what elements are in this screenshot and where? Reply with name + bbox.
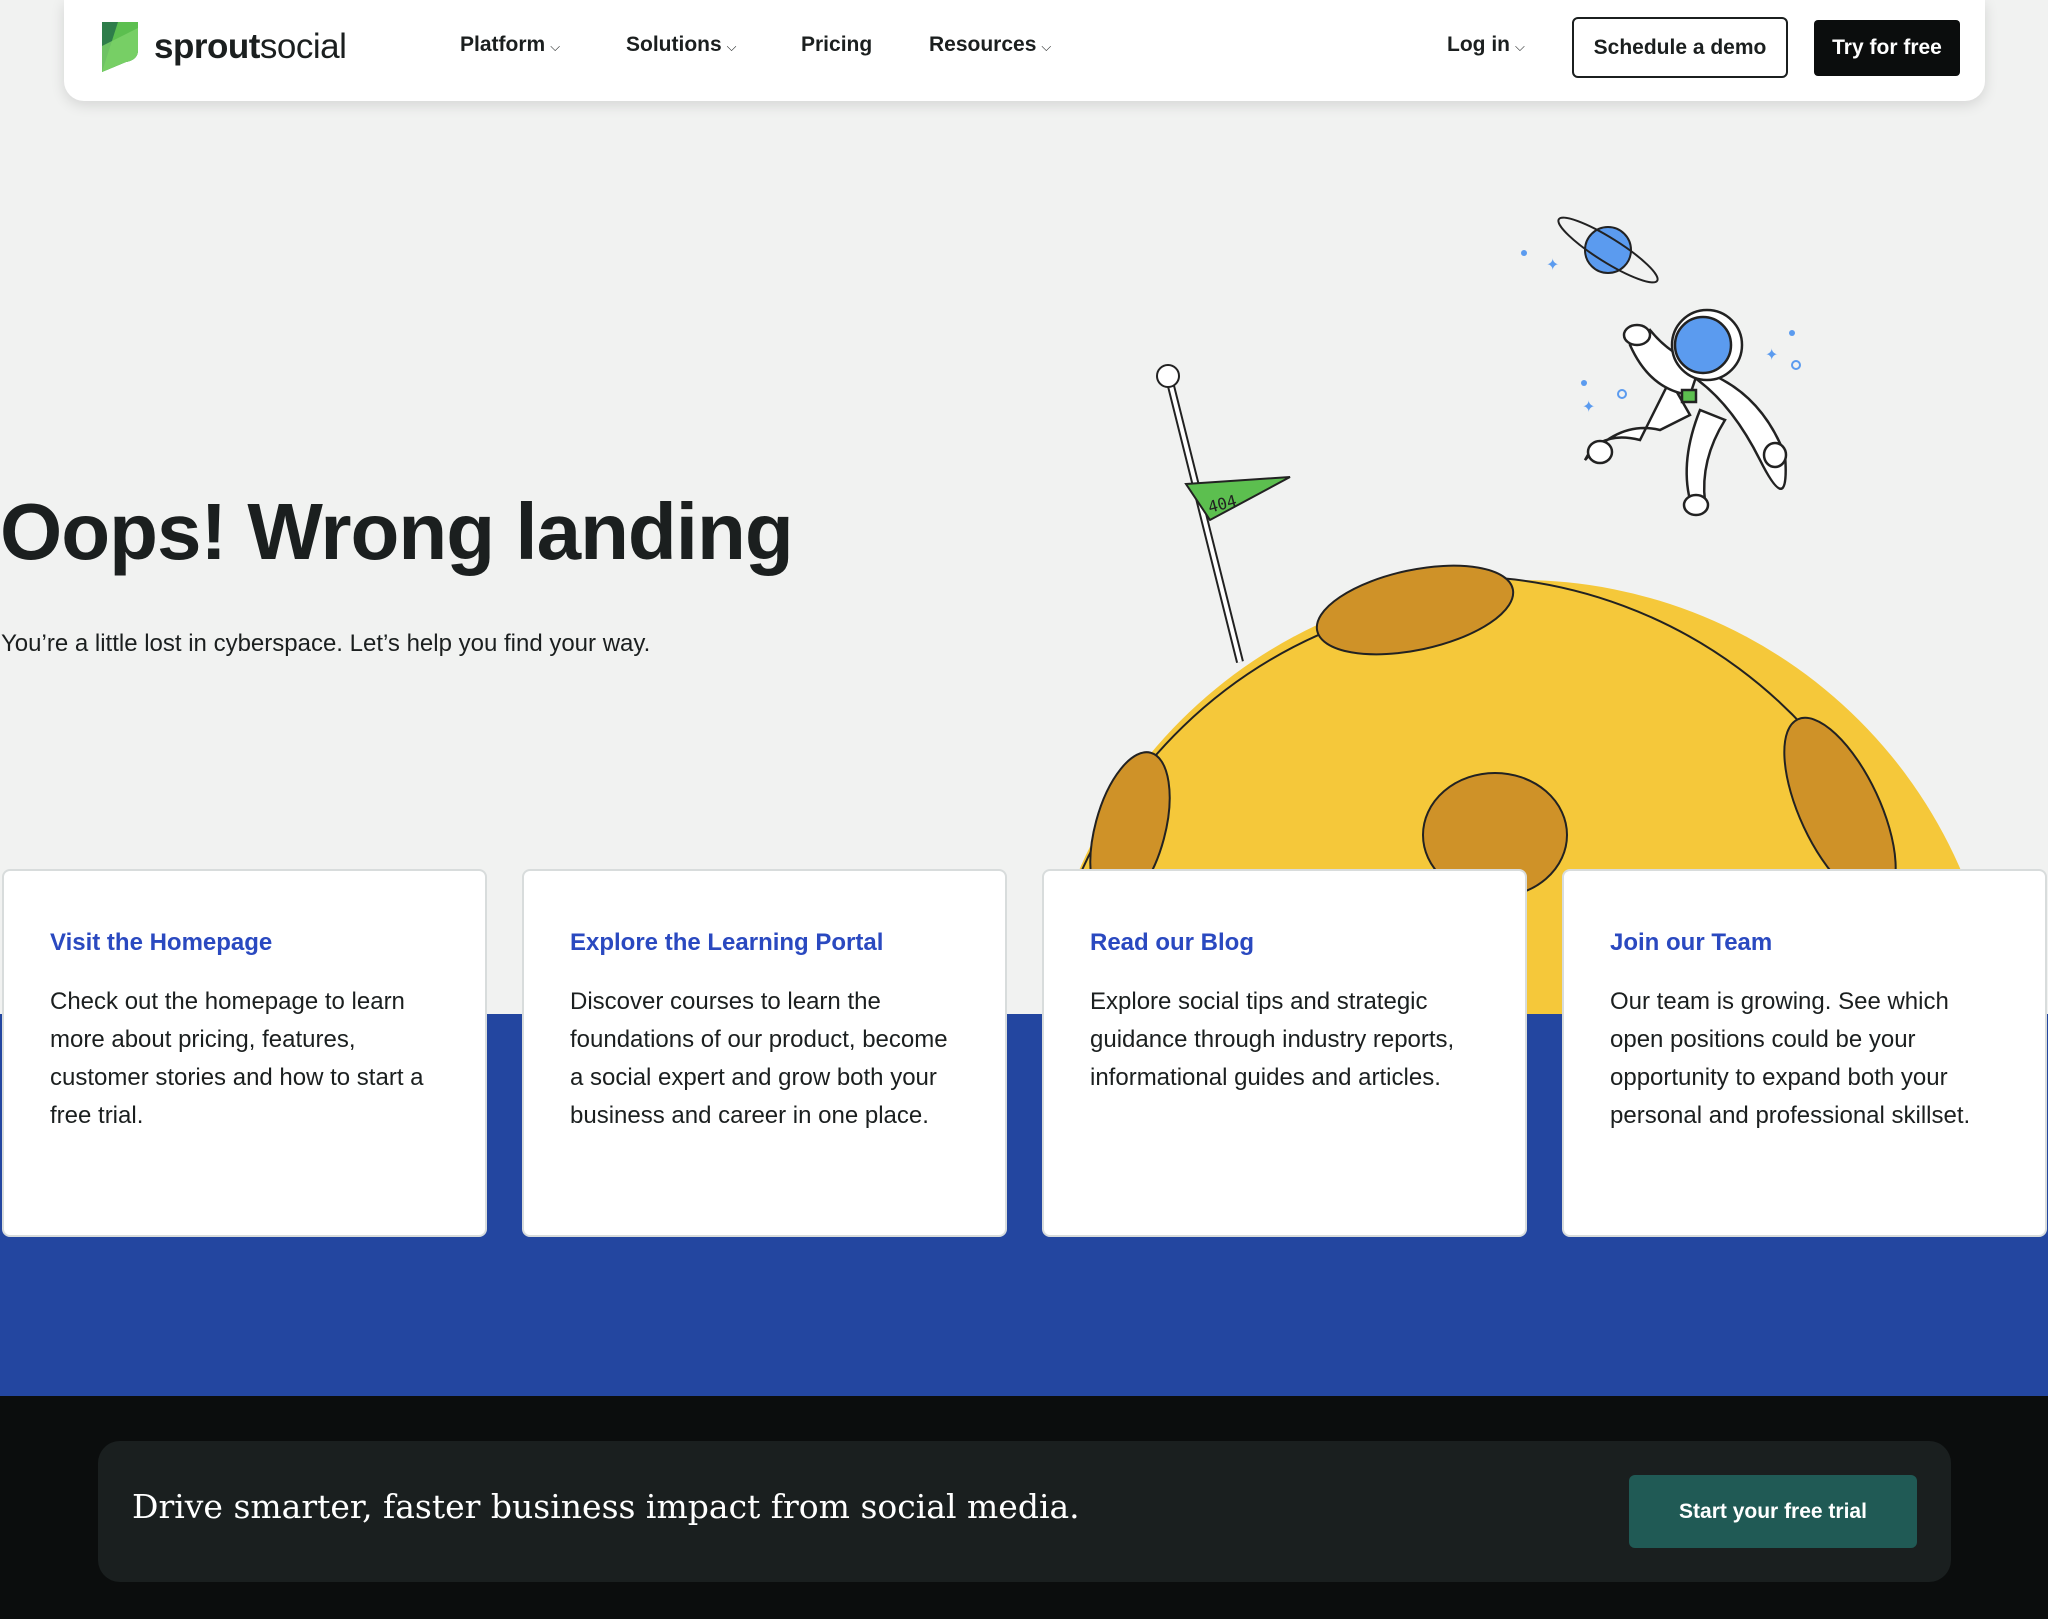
chevron-down-icon: ⌵ [1041,39,1052,54]
logo-wordmark: sproutsocial [154,27,347,66]
card-title-link[interactable]: Read our Blog [1090,929,1479,957]
svg-text:✦: ✦ [1765,347,1778,364]
cta-banner: Drive smarter, faster business impact fr… [98,1441,1951,1582]
nav-login[interactable]: Log in ⌵ [1447,33,1525,57]
cta-text: Drive smarter, faster business impact fr… [132,1487,1080,1526]
nav-platform[interactable]: Platform ⌵ [460,33,560,57]
card-body: Check out the homepage to learn more abo… [50,988,424,1129]
card-blog[interactable]: Read our Blog Explore social tips and st… [1042,869,1527,1237]
site-header: sproutsocial Platform ⌵ Solutions ⌵ Pricin… [64,0,1985,101]
card-homepage[interactable]: Visit the Homepage Check out the homepag… [2,869,487,1237]
card-body: Explore social tips and strategic guidan… [1090,988,1455,1091]
astronaut [1583,308,1788,517]
schedule-demo-button[interactable]: Schedule a demo [1572,17,1788,78]
flag-404: 404 [1156,364,1291,663]
start-free-trial-button[interactable]: Start your free trial [1629,1475,1917,1548]
chevron-down-icon: ⌵ [726,39,737,54]
svg-text:✦: ✦ [1546,257,1559,274]
stars: ✦ ✦ ✦ [1521,250,1801,416]
card-body: Discover courses to learn the foundation… [570,988,948,1129]
chevron-down-icon: ⌵ [1514,39,1525,54]
card-title-link[interactable]: Join our Team [1610,929,1999,957]
try-for-free-button[interactable]: Try for free [1814,20,1960,76]
card-title-link[interactable]: Explore the Learning Portal [570,929,959,957]
sprout-social-logo[interactable]: sproutsocial [96,20,347,74]
card-learning-portal[interactable]: Explore the Learning Portal Discover cou… [522,869,1007,1237]
card-title-link[interactable]: Visit the Homepage [50,929,439,957]
nav-pricing[interactable]: Pricing [801,33,872,57]
card-careers[interactable]: Join our Team Our team is growing. See w… [1562,869,2047,1237]
sprout-leaf-logo-icon [102,22,138,72]
planet-icon [1557,216,1659,284]
card-body: Our team is growing. See which open posi… [1610,988,1971,1129]
footer: Drive smarter, faster business impact fr… [0,1396,2048,1619]
nav-resources[interactable]: Resources ⌵ [929,33,1051,57]
moon-astronaut-illustration: 404 ✦ ✦ ✦ [1042,216,1998,1014]
svg-text:✦: ✦ [1582,399,1595,416]
chevron-down-icon: ⌵ [550,39,561,54]
nav-solutions[interactable]: Solutions ⌵ [626,33,737,57]
